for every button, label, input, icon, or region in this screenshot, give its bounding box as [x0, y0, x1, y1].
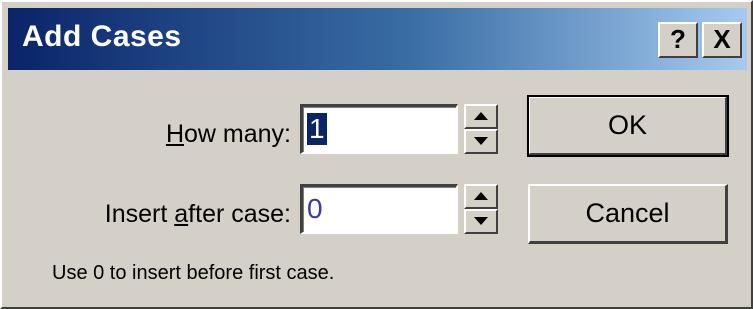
how-many-accelerator: H	[165, 120, 185, 148]
close-button[interactable]: X	[702, 22, 742, 58]
arrow-down-icon	[474, 137, 488, 145]
insert-after-input[interactable]: 0	[300, 184, 458, 234]
insert-after-accelerator: a	[174, 200, 189, 228]
how-many-label: How many:	[165, 120, 291, 148]
how-many-decrement-button[interactable]	[464, 129, 498, 154]
insert-after-label: Insert after case:	[104, 200, 291, 228]
arrow-up-icon	[474, 192, 488, 200]
insert-after-increment-button[interactable]	[464, 184, 498, 209]
insert-after-decrement-button[interactable]	[464, 209, 498, 234]
arrow-up-icon	[474, 112, 488, 120]
help-button[interactable]: ?	[658, 22, 698, 58]
how-many-increment-button[interactable]	[464, 104, 498, 129]
how-many-spinner[interactable]	[464, 104, 498, 154]
hint-text: Use 0 to insert before first case.	[52, 262, 335, 284]
how-many-value: 1	[307, 113, 327, 145]
title-bar[interactable]: Add Cases ? X	[8, 8, 747, 70]
insert-after-spinner[interactable]	[464, 184, 498, 234]
add-cases-dialog: Add Cases ? X How many: 1 OK Insert afte…	[0, 0, 753, 309]
dialog-title: Add Cases	[22, 20, 182, 53]
cancel-button[interactable]: Cancel	[528, 184, 728, 244]
arrow-down-icon	[474, 217, 488, 225]
insert-after-value: 0	[307, 193, 323, 224]
ok-button[interactable]: OK	[527, 95, 729, 157]
how-many-input[interactable]: 1	[300, 104, 458, 154]
